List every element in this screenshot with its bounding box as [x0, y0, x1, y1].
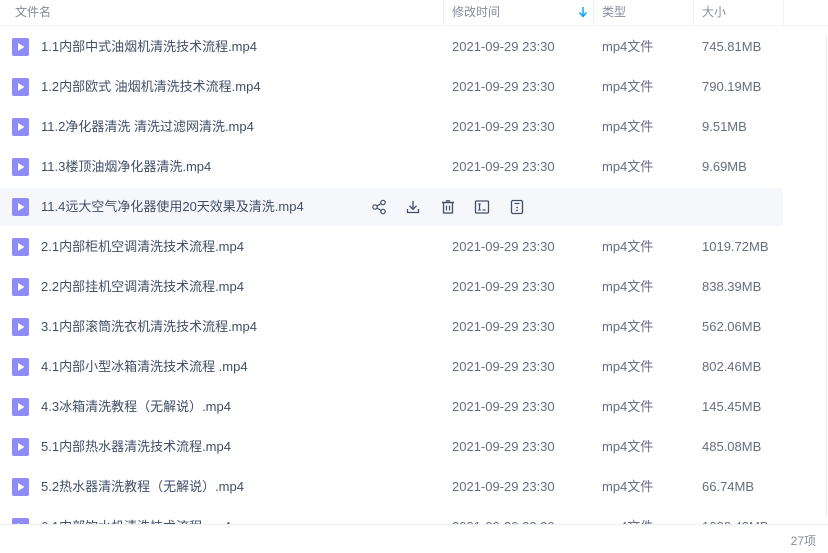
file-name[interactable]: 1.1内部中式油烟机清洗技术流程.mp4 [41, 28, 257, 66]
file-size: 1088.43MB [702, 508, 769, 524]
sort-desc-arrow-icon[interactable] [578, 6, 588, 18]
file-modified: 2021-09-29 23:30 [452, 439, 555, 454]
video-file-icon [12, 318, 29, 336]
file-size: 9.51MB [702, 119, 747, 134]
video-file-icon [12, 38, 29, 56]
file-row[interactable]: 1.2内部欧式 油烟机清洗技术流程.mp4 2021-09-29 23:30 m… [0, 68, 783, 106]
video-file-icon [12, 398, 29, 416]
video-file-icon [12, 78, 29, 96]
file-row[interactable]: 1.1内部中式油烟机清洗技术流程.mp4 2021-09-29 23:30 mp… [0, 28, 783, 66]
video-file-icon [12, 238, 29, 256]
file-modified: 2021-09-29 23:30 [452, 279, 555, 294]
file-type: mp4文件 [602, 359, 654, 374]
header-divider [783, 0, 784, 26]
file-modified: 2021-09-29 23:30 [452, 319, 555, 334]
more-icon[interactable] [509, 199, 525, 215]
file-name[interactable]: 6.1内部饮水机清洗技术流程.mp4 [41, 508, 231, 524]
download-icon[interactable] [405, 199, 421, 215]
file-type: mp4文件 [602, 159, 654, 174]
file-size: 66.74MB [702, 479, 755, 494]
file-type: mp4文件 [602, 439, 654, 454]
file-type: mp4文件 [602, 119, 654, 134]
file-size: 145.45MB [702, 399, 762, 414]
file-row[interactable]: 4.1内部小型冰箱清洗技术流程 .mp4 2021-09-29 23:30 mp… [0, 348, 783, 386]
file-name[interactable]: 3.1内部滚筒洗衣机清洗技术流程.mp4 [41, 308, 257, 346]
rename-icon[interactable] [474, 199, 490, 215]
video-file-icon [12, 278, 29, 296]
column-header-size[interactable]: 大小 [693, 0, 783, 25]
file-row[interactable]: 4.3冰箱清洗教程（无解说）.mp4 2021-09-29 23:30 mp4文… [0, 388, 783, 426]
file-modified: 2021-09-29 23:30 [452, 119, 555, 134]
file-name[interactable]: 2.2内部挂机空调清洗技术流程.mp4 [41, 268, 244, 306]
delete-icon[interactable] [440, 199, 456, 215]
file-size: 485.08MB [702, 439, 762, 454]
file-row[interactable]: 11.3楼顶油烟净化器清洗.mp4 2021-09-29 23:30 mp4文件… [0, 148, 783, 186]
file-list: 1.1内部中式油烟机清洗技术流程.mp4 2021-09-29 23:30 mp… [0, 28, 783, 524]
file-modified: 2021-09-29 23:30 [452, 39, 555, 54]
video-file-icon [12, 478, 29, 496]
file-type: mp4文件 [602, 39, 654, 54]
file-type: mp4文件 [602, 279, 654, 294]
file-type: mp4文件 [602, 399, 654, 414]
file-name[interactable]: 5.2热水器清洗教程（无解说）.mp4 [41, 468, 244, 506]
column-header-modified[interactable]: 修改时间 [443, 0, 593, 25]
video-file-icon [12, 158, 29, 176]
file-name[interactable]: 11.2净化器清洗 清洗过滤网清洗.mp4 [41, 108, 254, 146]
share-icon[interactable] [371, 199, 387, 215]
file-modified: 2021-09-29 23:30 [452, 399, 555, 414]
status-footer: 27项 [0, 524, 828, 553]
file-name[interactable]: 1.2内部欧式 油烟机清洗技术流程.mp4 [41, 68, 261, 106]
column-header-name[interactable]: 文件名 [15, 0, 443, 25]
file-type: mp4文件 [602, 239, 654, 254]
file-row[interactable]: 11.2净化器清洗 清洗过滤网清洗.mp4 2021-09-29 23:30 m… [0, 108, 783, 146]
file-name[interactable]: 11.4远大空气净化器使用20天效果及清洗.mp4 [41, 188, 304, 226]
item-count: 27项 [790, 534, 816, 548]
file-modified: 2021-09-29 23:30 [452, 79, 555, 94]
file-name[interactable]: 4.3冰箱清洗教程（无解说）.mp4 [41, 388, 231, 426]
file-size: 790.19MB [702, 79, 762, 94]
file-modified: 2021-09-29 23:30 [452, 159, 555, 174]
file-modified: 2021-09-29 23:30 [452, 239, 555, 254]
file-size: 1019.72MB [702, 239, 769, 254]
file-name[interactable]: 5.1内部热水器清洗技术流程.mp4 [41, 428, 231, 466]
column-header-type[interactable]: 类型 [593, 0, 693, 25]
file-modified: 2021-09-29 23:30 [452, 508, 555, 524]
file-name[interactable]: 11.3楼顶油烟净化器清洗.mp4 [41, 148, 211, 186]
file-type: mp4文件 [602, 479, 654, 494]
scrollbar-track[interactable] [826, 36, 827, 516]
file-row[interactable]: 3.1内部滚筒洗衣机清洗技术流程.mp4 2021-09-29 23:30 mp… [0, 308, 783, 346]
video-file-icon [12, 358, 29, 376]
file-name[interactable]: 4.1内部小型冰箱清洗技术流程 .mp4 [41, 348, 248, 386]
file-row[interactable]: 2.2内部挂机空调清洗技术流程.mp4 2021-09-29 23:30 mp4… [0, 268, 783, 306]
file-type: mp4文件 [602, 508, 653, 524]
file-row[interactable]: 6.1内部饮水机清洗技术流程.mp4 2021-09-29 23:30 mp4文… [0, 508, 783, 524]
file-size: 745.81MB [702, 39, 762, 54]
column-header-modified-label: 修改时间 [452, 5, 501, 19]
file-modified: 2021-09-29 23:30 [452, 479, 555, 494]
file-row[interactable]: 5.2热水器清洗教程（无解说）.mp4 2021-09-29 23:30 mp4… [0, 468, 783, 506]
file-row-hovered[interactable]: 11.4远大空气净化器使用20天效果及清洗.mp4 [0, 188, 783, 226]
file-size: 802.46MB [702, 359, 762, 374]
file-type: mp4文件 [602, 319, 654, 334]
file-size: 9.69MB [702, 159, 747, 174]
file-row[interactable]: 5.1内部热水器清洗技术流程.mp4 2021-09-29 23:30 mp4文… [0, 428, 783, 466]
file-modified: 2021-09-29 23:30 [452, 359, 555, 374]
file-row[interactable]: 2.1内部柜机空调清洗技术流程.mp4 2021-09-29 23:30 mp4… [0, 228, 783, 266]
video-file-icon [12, 118, 29, 136]
file-size: 562.06MB [702, 319, 762, 334]
file-type: mp4文件 [602, 79, 654, 94]
file-list-header: 文件名 修改时间 类型 大小 [0, 0, 828, 26]
video-file-icon [12, 198, 29, 216]
file-name[interactable]: 2.1内部柜机空调清洗技术流程.mp4 [41, 228, 244, 266]
video-file-icon [12, 438, 29, 456]
file-size: 838.39MB [702, 279, 762, 294]
